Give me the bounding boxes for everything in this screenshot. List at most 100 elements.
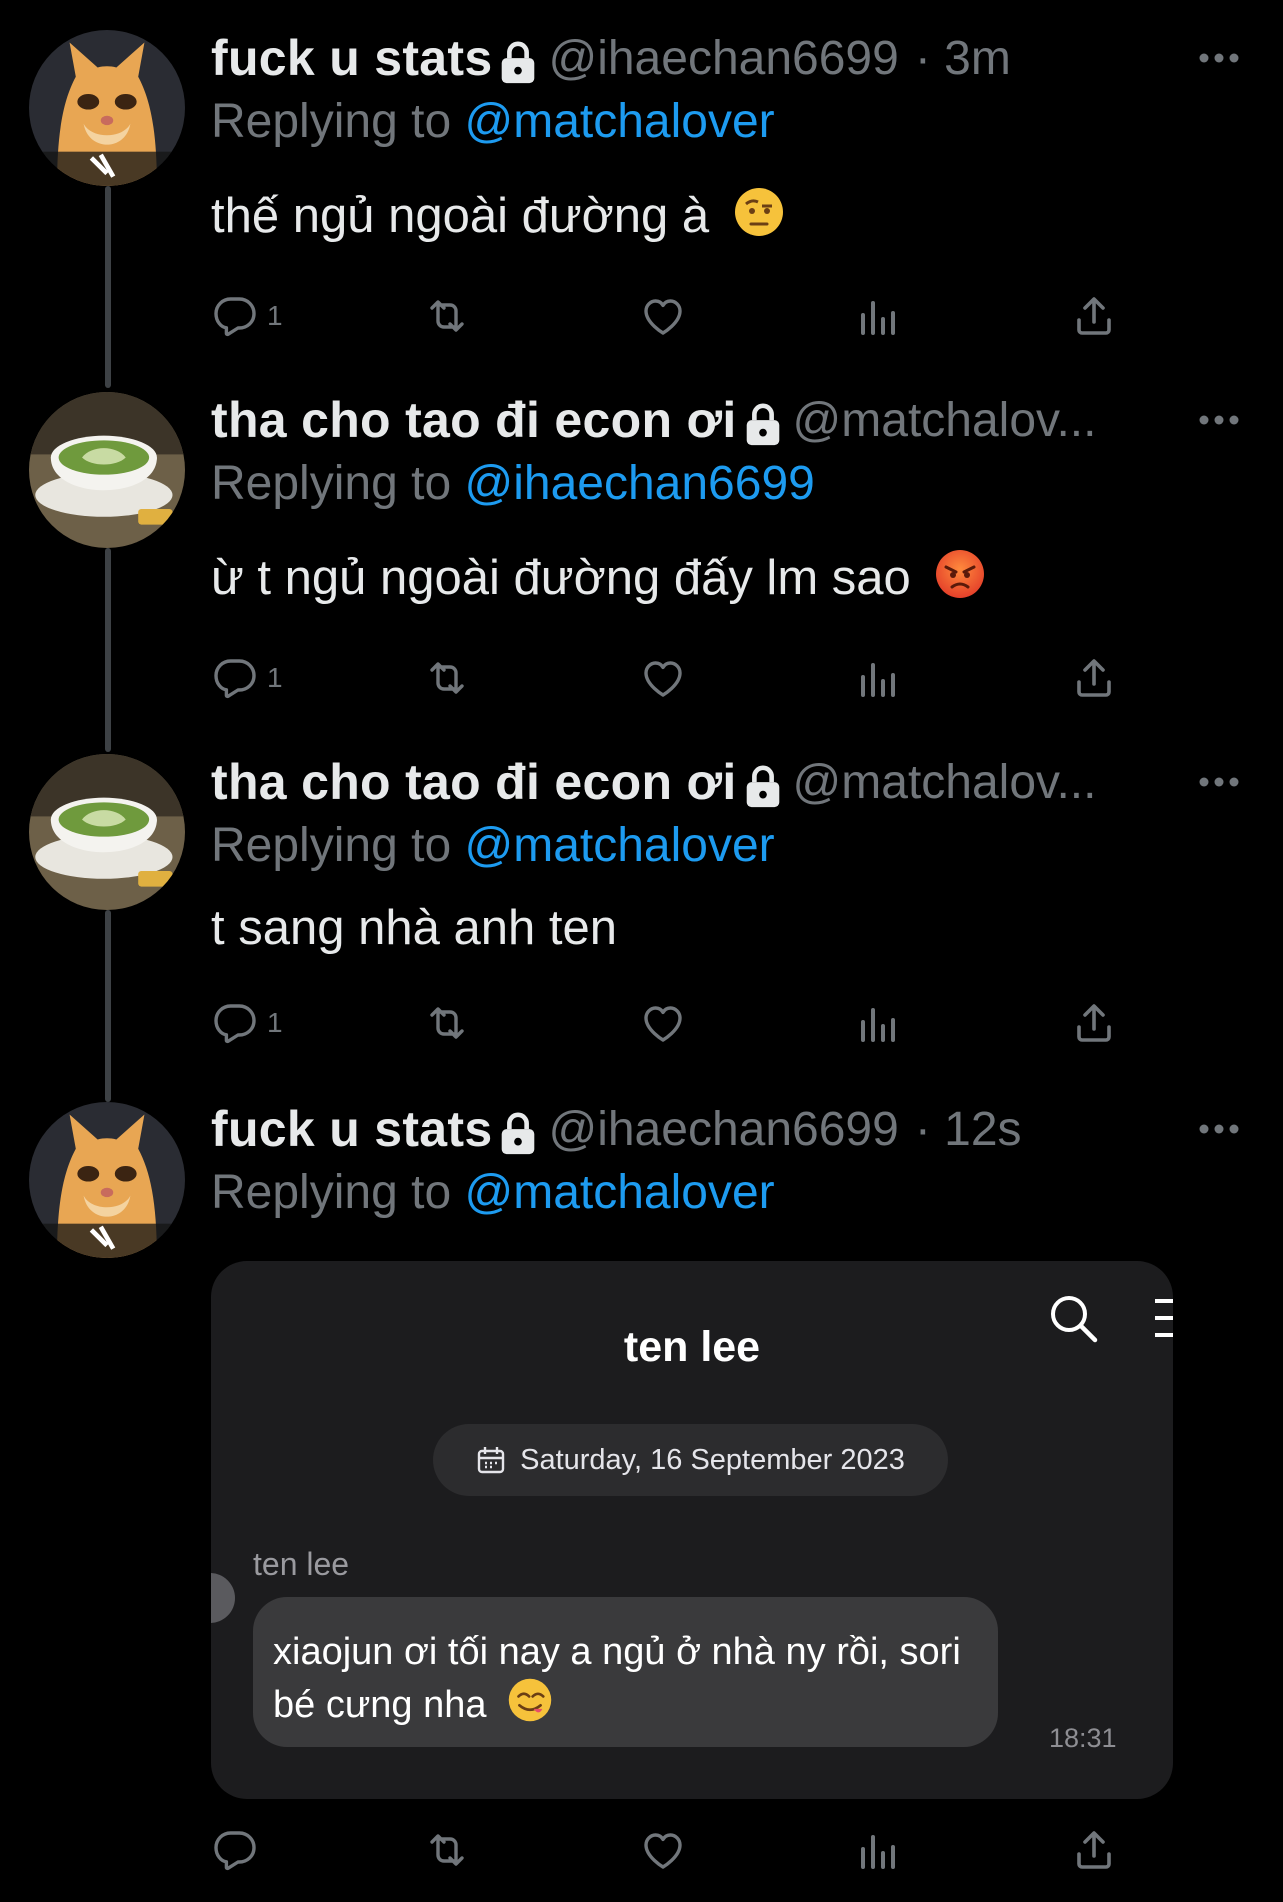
tweet-text-body: thế ngủ ngoài đường à	[211, 189, 710, 243]
tweet-text: t sang nhà anh ten	[211, 900, 617, 956]
like-icon	[639, 292, 687, 340]
views-icon	[854, 654, 902, 702]
message-text: xiaojun ơi tối nay a ngủ ở nhà ny rồi, s…	[273, 1627, 993, 1730]
tweet-actions	[211, 1820, 1131, 1880]
share-button[interactable]	[1070, 286, 1118, 346]
replying-prefix: Replying to	[211, 457, 452, 510]
lock-icon	[743, 401, 783, 447]
like-button[interactable]	[639, 993, 687, 1053]
retweet-button[interactable]	[423, 993, 471, 1053]
avatar[interactable]	[29, 1102, 185, 1258]
reply-button[interactable]: 1	[211, 286, 283, 346]
views-icon	[854, 999, 902, 1047]
timestamp[interactable]: · 12s	[915, 1102, 1022, 1157]
reply-button[interactable]: 1	[211, 648, 283, 708]
share-icon	[1070, 654, 1118, 702]
retweet-button[interactable]	[423, 648, 471, 708]
handle[interactable]: @matchalov...	[793, 755, 1097, 810]
share-button[interactable]	[1070, 648, 1118, 708]
display-name[interactable]: tha cho tao đi econ ơi	[211, 391, 737, 449]
display-name[interactable]: fuck u stats	[211, 1100, 492, 1158]
yum-face-emoji	[508, 1678, 552, 1722]
share-button[interactable]	[1070, 993, 1118, 1053]
views-button[interactable]	[854, 1820, 902, 1880]
reply-icon	[211, 292, 259, 340]
more-icon[interactable]	[1197, 51, 1241, 65]
tweet-text: ừ t ngủ ngoài đường đấy lm sao	[211, 548, 986, 606]
avatar[interactable]	[29, 30, 185, 186]
message-line: xiaojun ơi tối nay a ngủ ở nhà ny rồi, s…	[273, 1631, 961, 1673]
lock-icon	[498, 39, 538, 85]
search-icon	[1051, 1296, 1098, 1343]
replying-prefix: Replying to	[211, 1166, 452, 1219]
message-line: bé cưng nha	[273, 1684, 487, 1726]
replying-to: Replying to @ihaechan6699	[211, 456, 815, 511]
attached-chat-screenshot[interactable]: ten lee Saturday, 16 September 2023 ten …	[211, 1261, 1173, 1799]
views-button[interactable]	[854, 286, 902, 346]
calendar-icon	[477, 1447, 505, 1474]
like-icon	[639, 654, 687, 702]
more-icon[interactable]	[1197, 775, 1241, 789]
raised-eyebrow-emoji	[734, 188, 783, 236]
retweet-icon	[423, 654, 471, 702]
reply-button[interactable]: 1	[211, 993, 283, 1053]
like-button[interactable]	[639, 648, 687, 708]
menu-icon	[1155, 1299, 1173, 1337]
mention-link[interactable]: @matchalover	[464, 1166, 774, 1219]
timestamp[interactable]: · 3m	[915, 31, 1011, 86]
handle[interactable]: @ihaechan6699	[548, 1102, 898, 1157]
handle[interactable]: @matchalov...	[793, 393, 1097, 448]
reply-count: 1	[267, 662, 283, 693]
retweet-icon	[423, 1826, 471, 1874]
views-icon	[854, 1826, 902, 1874]
lock-icon	[498, 1110, 538, 1156]
views-button[interactable]	[854, 648, 902, 708]
reply-icon	[211, 999, 259, 1047]
reply-count: 1	[267, 1007, 283, 1038]
thread-connector	[105, 186, 111, 388]
more-icon[interactable]	[1197, 413, 1241, 427]
avatar[interactable]	[29, 754, 185, 910]
like-icon	[639, 999, 687, 1047]
handle[interactable]: @ihaechan6699	[548, 31, 898, 86]
mention-link[interactable]: @matchalover	[464, 95, 774, 148]
tweet-actions: 1	[211, 648, 1131, 708]
tweet-text-body: ừ t ngủ ngoài đường đấy lm sao	[211, 551, 911, 605]
thread-connector	[105, 548, 111, 752]
display-name[interactable]: tha cho tao đi econ ơi	[211, 753, 737, 811]
message-line-2: bé cưng nha	[273, 1677, 993, 1730]
replying-to: Replying to @matchalover	[211, 1165, 775, 1220]
reply-button[interactable]	[211, 1820, 259, 1880]
replying-to: Replying to @matchalover	[211, 94, 775, 149]
tweet-actions: 1	[211, 286, 1131, 346]
date-label: Saturday, 16 September 2023	[520, 1443, 905, 1476]
message-bubble: xiaojun ơi tối nay a ngủ ở nhà ny rồi, s…	[253, 1597, 998, 1747]
retweet-button[interactable]	[423, 1820, 471, 1880]
reply-icon	[211, 654, 259, 702]
views-icon	[854, 292, 902, 340]
replying-prefix: Replying to	[211, 95, 452, 148]
avatar	[211, 1573, 235, 1623]
retweet-icon	[423, 292, 471, 340]
retweet-button[interactable]	[423, 286, 471, 346]
tweet-text-body: t sang nhà anh ten	[211, 901, 617, 955]
replying-to: Replying to @matchalover	[211, 818, 775, 873]
tweet-actions: 1	[211, 993, 1131, 1053]
thread-connector	[105, 910, 111, 1102]
retweet-icon	[423, 999, 471, 1047]
display-name[interactable]: fuck u stats	[211, 29, 492, 87]
more-icon[interactable]	[1197, 1122, 1241, 1136]
like-button[interactable]	[639, 286, 687, 346]
sender-name: ten lee	[253, 1546, 350, 1582]
replying-prefix: Replying to	[211, 819, 452, 872]
like-button[interactable]	[639, 1820, 687, 1880]
views-button[interactable]	[854, 993, 902, 1053]
mention-link[interactable]: @matchalover	[464, 819, 774, 872]
reply-icon	[211, 1826, 259, 1874]
mention-link[interactable]: @ihaechan6699	[464, 457, 814, 510]
date-separator: Saturday, 16 September 2023	[433, 1424, 948, 1496]
avatar[interactable]	[29, 392, 185, 548]
share-icon	[1070, 292, 1118, 340]
share-button[interactable]	[1070, 1820, 1118, 1880]
angry-face-emoji	[936, 550, 985, 598]
